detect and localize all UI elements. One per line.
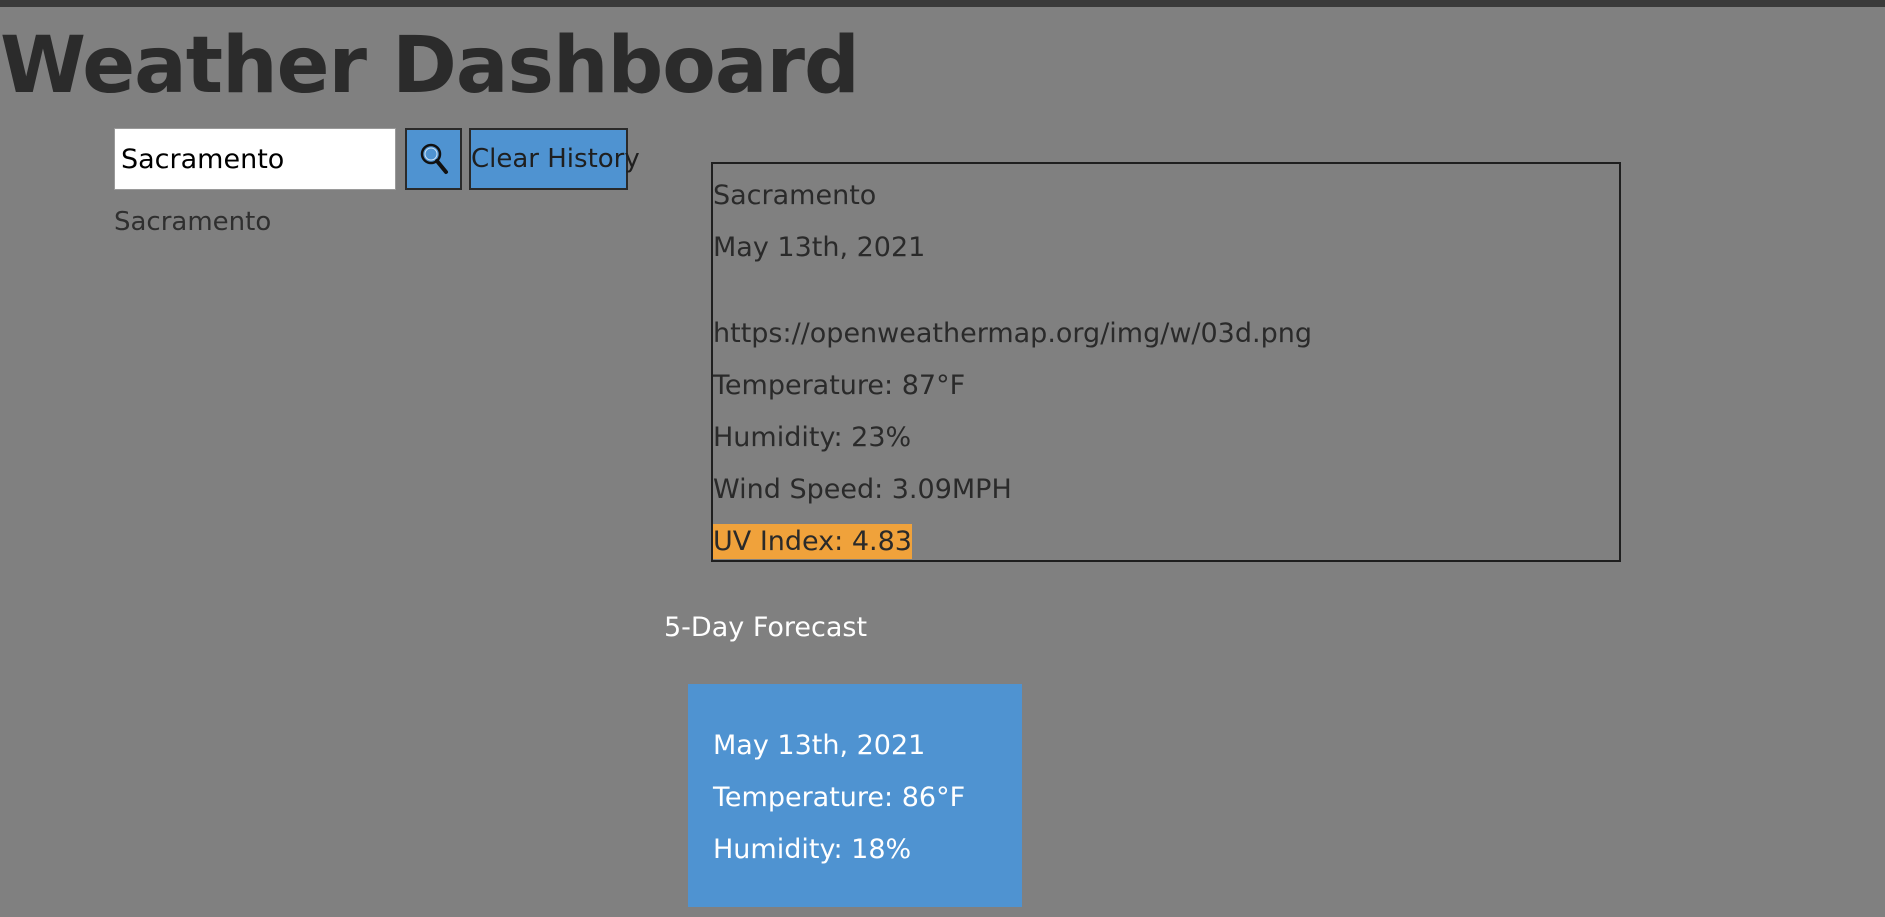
top-strip — [0, 0, 1885, 7]
forecast-card: May 13th, 2021 Temperature: 86°F Humidit… — [688, 684, 1022, 907]
current-humidity: Humidity: 23% — [713, 422, 912, 453]
current-wind-speed: Wind Speed: 3.09MPH — [713, 474, 1012, 505]
search-input[interactable] — [114, 128, 396, 190]
search-history-list: Sacramento — [114, 202, 271, 242]
forecast-date: May 13th, 2021 — [713, 730, 926, 761]
clear-history-button[interactable]: Clear History — [469, 128, 640, 190]
forecast-heading: 5-Day Forecast — [664, 612, 868, 643]
forecast-temperature: Temperature: 86°F — [713, 782, 966, 813]
history-item[interactable]: Sacramento — [114, 202, 271, 242]
weather-icon-url: https://openweathermap.org/img/w/03d.png — [713, 318, 1312, 349]
forecast-humidity: Humidity: 18% — [713, 834, 912, 865]
search-button[interactable] — [405, 128, 462, 190]
uv-index-badge: UV Index: 4.83 — [713, 524, 912, 559]
search-icon — [420, 143, 448, 174]
current-weather-card: Sacramento May 13th, 2021 https://openwe… — [711, 162, 1621, 562]
page-title: Weather Dashboard — [0, 21, 860, 111]
current-date: May 13th, 2021 — [713, 232, 926, 263]
uv-index-line: UV Index: 4.83 — [713, 522, 912, 562]
current-city: Sacramento — [713, 180, 877, 211]
current-temperature: Temperature: 87°F — [713, 370, 966, 401]
